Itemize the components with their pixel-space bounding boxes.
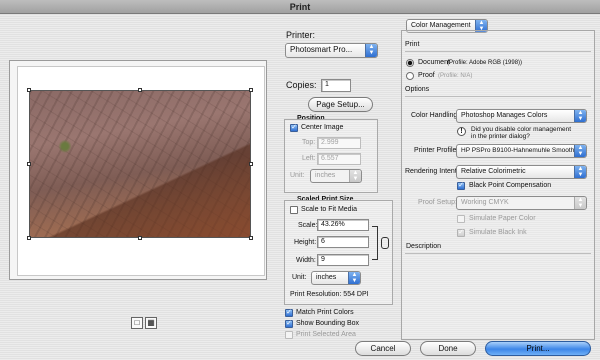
chevron-updown-icon: ▲ ▼: [574, 145, 586, 157]
scale-to-fit-label: Scale to Fit Media: [301, 206, 358, 213]
chevron-updown-icon: ▲ ▼: [574, 110, 586, 122]
proof-setup-select[interactable]: Working CMYK ▲ ▼: [456, 196, 587, 210]
simulate-paper-color-label: Simulate Paper Color: [469, 215, 536, 222]
preview-image-detail: [57, 140, 73, 154]
cancel-button[interactable]: Cancel: [355, 341, 411, 356]
warning-text-line2: in the printer dialog?: [471, 133, 530, 140]
color-handling-select[interactable]: Photoshop Manages Colors ▲ ▼: [456, 109, 587, 123]
bounding-box-handle-top[interactable]: [138, 88, 142, 92]
printer-select[interactable]: Photosmart Pro... ▲ ▼: [285, 43, 378, 58]
orientation-portrait-icon[interactable]: □: [131, 317, 143, 329]
divider: [405, 253, 591, 254]
black-point-compensation-label: Black Point Compensation: [469, 182, 552, 189]
position-unit-value: inches: [315, 172, 336, 179]
bounding-box-handle-bottom-left[interactable]: [27, 236, 31, 240]
printer-profile-select[interactable]: HP PSPro B9100-Hahnemuhle Smooth ... ▲ ▼: [456, 144, 587, 158]
show-bounding-box-checkbox[interactable]: ✓: [285, 320, 293, 328]
simulate-paper-color-checkbox[interactable]: [457, 215, 465, 223]
proof-setup-label: Proof Setup:: [418, 199, 457, 206]
color-handling-value: Photoshop Manages Colors: [461, 112, 548, 119]
print-heading: Print: [405, 41, 420, 48]
left-input[interactable]: 6.557: [317, 153, 361, 165]
scaled-unit-value: inches: [316, 274, 337, 281]
position-unit-select[interactable]: inches ▲ ▼: [310, 169, 362, 183]
color-handling-label: Color Handling:: [411, 112, 460, 119]
divider: [405, 96, 591, 97]
proof-radio[interactable]: [406, 72, 414, 80]
top-input[interactable]: 2.999: [317, 137, 361, 149]
document-profile: (Profile: Adobe RGB (1998)): [447, 60, 523, 66]
height-label: Height:: [294, 239, 317, 246]
scaled-unit-label: Unit:: [292, 274, 307, 281]
center-image-checkbox[interactable]: ✓: [290, 124, 298, 132]
window-title-bar: Print: [0, 0, 600, 14]
rendering-intent-select[interactable]: Relative Colorimetric ▲ ▼: [456, 165, 587, 179]
scale-input[interactable]: 43.26%: [317, 219, 369, 231]
divider: [405, 51, 591, 52]
match-print-colors-label: Match Print Colors: [296, 309, 354, 316]
simulate-black-ink-checkbox[interactable]: ✓: [457, 229, 465, 237]
chevron-updown-icon: ▲ ▼: [574, 197, 586, 209]
chevron-updown-icon: ▲ ▼: [365, 44, 377, 57]
rendering-intent-value: Relative Colorimetric: [461, 168, 526, 175]
proof-setup-value: Working CMYK: [461, 199, 509, 206]
bounding-box-handle-left[interactable]: [27, 162, 31, 166]
preview-image[interactable]: [29, 90, 251, 238]
bounding-box-handle-top-left[interactable]: [27, 88, 31, 92]
options-heading: Options: [405, 86, 430, 93]
bounding-box-handle-bottom[interactable]: [138, 236, 142, 240]
print-resolution: Print Resolution: 554 DPI: [290, 291, 369, 298]
width-label: Width:: [296, 257, 316, 264]
link-chain-icon[interactable]: [381, 237, 389, 249]
page-setup-button[interactable]: Page Setup...: [308, 97, 373, 112]
simulate-black-ink-label: Simulate Black Ink: [469, 229, 527, 236]
show-bounding-box-label: Show Bounding Box: [296, 320, 360, 327]
copies-label: Copies:: [286, 80, 317, 90]
window-title: Print: [289, 2, 311, 12]
left-label: Left:: [302, 155, 316, 162]
chevron-updown-icon: ▲ ▼: [348, 272, 360, 284]
orientation-landscape-icon[interactable]: ▦: [145, 317, 157, 329]
print-selected-area-checkbox[interactable]: [285, 331, 293, 339]
printer-profile-label: Printer Profile:: [414, 147, 459, 154]
position-unit-label: Unit:: [290, 172, 305, 179]
color-management-value: Color Management: [411, 22, 471, 29]
top-label: Top:: [302, 139, 316, 146]
chevron-updown-icon: ▲ ▼: [574, 166, 586, 178]
bounding-box-handle-right[interactable]: [249, 162, 253, 166]
done-button[interactable]: Done: [420, 341, 476, 356]
printer-label: Printer:: [286, 30, 316, 40]
bounding-box-handle-bottom-right[interactable]: [249, 236, 253, 240]
print-selected-area-label: Print Selected Area: [296, 331, 356, 338]
scaled-unit-select[interactable]: inches ▲ ▼: [311, 271, 361, 285]
printer-profile-value: HP PSPro B9100-Hahnemuhle Smooth ...: [461, 147, 582, 154]
width-input[interactable]: 9: [317, 254, 369, 266]
black-point-compensation-checkbox[interactable]: ✓: [457, 182, 465, 190]
match-print-colors-checkbox[interactable]: ✓: [285, 309, 293, 317]
warning-text-line1: Did you disable color management: [471, 126, 572, 133]
height-input[interactable]: 6: [317, 236, 369, 248]
document-radio[interactable]: [406, 59, 414, 67]
rendering-intent-label: Rendering Intent:: [405, 168, 459, 175]
center-image-label: Center Image: [301, 124, 344, 131]
description-heading: Description: [406, 243, 442, 250]
proof-label: Proof: [418, 72, 435, 79]
constrain-proportions-bracket: [372, 226, 378, 260]
scale-to-fit-checkbox[interactable]: [290, 206, 298, 214]
print-button[interactable]: Print...: [485, 341, 591, 356]
chevron-updown-icon: ▲ ▼: [349, 170, 361, 182]
proof-profile: (Profile: N/A): [438, 73, 473, 79]
copies-input[interactable]: 1: [321, 79, 351, 92]
bounding-box-handle-top-right[interactable]: [249, 88, 253, 92]
printer-select-value: Photosmart Pro...: [290, 45, 353, 54]
scale-label: Scale:: [298, 222, 318, 229]
warning-icon: !: [457, 127, 466, 136]
document-label: Document: [418, 59, 450, 66]
